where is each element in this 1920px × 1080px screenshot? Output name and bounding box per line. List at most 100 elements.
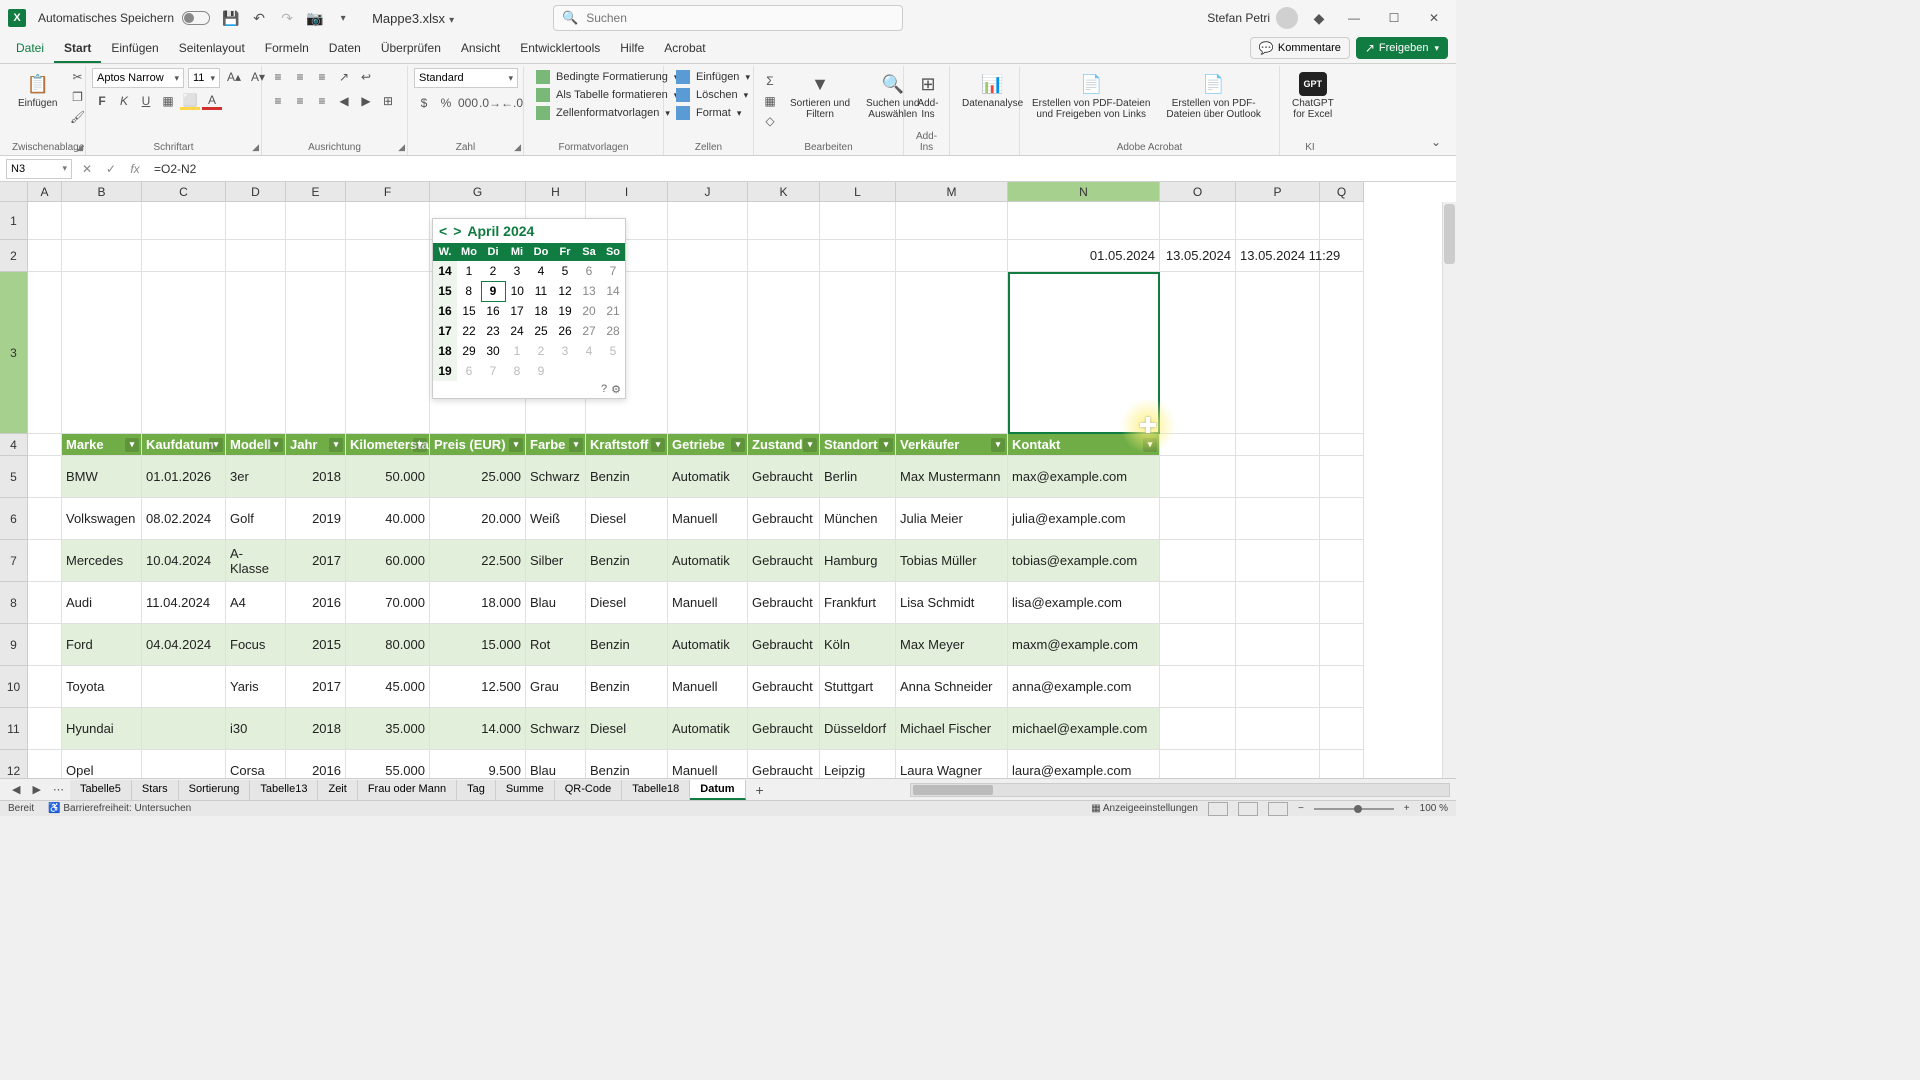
dialog-launcher-icon[interactable]: ◢ bbox=[514, 142, 521, 153]
sheet-tab[interactable]: QR-Code bbox=[555, 780, 622, 800]
bold-icon[interactable]: F bbox=[92, 92, 112, 110]
autosum-icon[interactable]: Σ bbox=[760, 72, 780, 90]
search-box[interactable]: 🔍 bbox=[553, 5, 903, 31]
dialog-launcher-icon[interactable]: ◢ bbox=[76, 142, 83, 153]
cell[interactable] bbox=[820, 240, 896, 272]
row-header[interactable]: 2 bbox=[0, 240, 28, 272]
format-painter-icon[interactable]: 🖌 bbox=[67, 108, 87, 126]
align-left-icon[interactable]: ≡ bbox=[268, 92, 288, 110]
cell[interactable]: Automatik bbox=[668, 708, 748, 750]
filter-icon[interactable]: ▾ bbox=[651, 438, 665, 452]
calendar-day[interactable]: 16 bbox=[433, 301, 457, 321]
cell[interactable]: Silber bbox=[526, 540, 586, 582]
cell[interactable] bbox=[748, 272, 820, 434]
cell[interactable]: Kontakt▾ bbox=[1008, 434, 1160, 456]
cell[interactable]: Julia Meier bbox=[896, 498, 1008, 540]
row-header[interactable]: 11 bbox=[0, 708, 28, 750]
cell[interactable]: Diesel bbox=[586, 498, 668, 540]
cell[interactable] bbox=[142, 240, 226, 272]
cell[interactable]: 50.000 bbox=[346, 456, 430, 498]
col-header[interactable]: D bbox=[226, 182, 286, 202]
cell[interactable]: Gebraucht bbox=[748, 456, 820, 498]
filter-icon[interactable]: ▾ bbox=[731, 438, 745, 452]
col-header[interactable]: G bbox=[430, 182, 526, 202]
comma-icon[interactable]: 000 bbox=[458, 94, 478, 112]
sheet-tab[interactable]: Tabelle18 bbox=[622, 780, 690, 800]
tab-daten[interactable]: Daten bbox=[319, 35, 371, 63]
cell[interactable]: Kraftstoff▾ bbox=[586, 434, 668, 456]
calendar-day[interactable]: 19 bbox=[553, 301, 577, 321]
cell[interactable]: Getriebe▾ bbox=[668, 434, 748, 456]
cell[interactable] bbox=[62, 272, 142, 434]
diamond-icon[interactable]: ◆ bbox=[1310, 9, 1328, 27]
calendar-day[interactable]: 18 bbox=[529, 301, 553, 321]
calendar-day[interactable] bbox=[577, 361, 601, 381]
cell[interactable]: 22.500 bbox=[430, 540, 526, 582]
font-size-select[interactable]: 11▾ bbox=[188, 68, 220, 88]
calendar-day[interactable]: 5 bbox=[601, 341, 625, 361]
cell[interactable] bbox=[28, 582, 62, 624]
cell[interactable]: Schwarz bbox=[526, 708, 586, 750]
cell[interactable]: Max Meyer bbox=[896, 624, 1008, 666]
cell[interactable] bbox=[668, 240, 748, 272]
qat-more-icon[interactable]: ▾ bbox=[334, 9, 352, 27]
tab-datei[interactable]: Datei bbox=[6, 35, 54, 63]
zoom-slider[interactable] bbox=[1314, 808, 1394, 810]
user-name[interactable]: Stefan Petri bbox=[1207, 7, 1298, 29]
cell[interactable]: Schwarz bbox=[526, 456, 586, 498]
normal-view-icon[interactable] bbox=[1208, 802, 1228, 816]
cell[interactable] bbox=[28, 708, 62, 750]
calendar-day[interactable] bbox=[553, 361, 577, 381]
next-month-icon[interactable]: > bbox=[453, 223, 461, 239]
cell[interactable] bbox=[226, 240, 286, 272]
cell[interactable] bbox=[1160, 456, 1236, 498]
tab-start[interactable]: Start bbox=[54, 35, 101, 63]
cell[interactable] bbox=[748, 202, 820, 240]
cell[interactable]: maxm@example.com bbox=[1008, 624, 1160, 666]
row-header[interactable]: 4 bbox=[0, 434, 28, 456]
cell[interactable] bbox=[1236, 708, 1320, 750]
col-header[interactable]: P bbox=[1236, 182, 1320, 202]
cell[interactable] bbox=[1160, 202, 1236, 240]
cell[interactable]: Frankfurt bbox=[820, 582, 896, 624]
col-header[interactable]: K bbox=[748, 182, 820, 202]
cell[interactable] bbox=[1160, 540, 1236, 582]
filter-icon[interactable]: ▾ bbox=[991, 438, 1005, 452]
cell[interactable] bbox=[28, 666, 62, 708]
undo-icon[interactable]: ↶ bbox=[250, 9, 268, 27]
calendar-day[interactable]: 17 bbox=[505, 301, 529, 321]
cell[interactable]: Grau bbox=[526, 666, 586, 708]
tab-entwicklertools[interactable]: Entwicklertools bbox=[510, 35, 610, 63]
cell[interactable] bbox=[896, 202, 1008, 240]
data-analysis-button[interactable]: 📊Datenanalyse bbox=[956, 68, 1029, 113]
cell[interactable] bbox=[1320, 202, 1364, 240]
cell[interactable]: Manuell bbox=[668, 582, 748, 624]
cell[interactable]: Jahr▾ bbox=[286, 434, 346, 456]
calendar-day[interactable]: 18 bbox=[433, 341, 457, 361]
col-header[interactable]: E bbox=[286, 182, 346, 202]
calendar-day[interactable]: 14 bbox=[433, 261, 457, 281]
cell[interactable]: 2017 bbox=[286, 666, 346, 708]
cell[interactable]: 08.02.2024 bbox=[142, 498, 226, 540]
cell[interactable]: Kaufdatum▾ bbox=[142, 434, 226, 456]
calendar-day[interactable]: 23 bbox=[481, 321, 505, 341]
cell[interactable]: anna@example.com bbox=[1008, 666, 1160, 708]
cell[interactable]: Hyundai bbox=[62, 708, 142, 750]
cell[interactable] bbox=[1236, 582, 1320, 624]
sheet-tab[interactable]: Stars bbox=[132, 780, 179, 800]
cell[interactable]: Automatik bbox=[668, 540, 748, 582]
calendar-day[interactable]: 17 bbox=[433, 321, 457, 341]
row-header[interactable]: 6 bbox=[0, 498, 28, 540]
align-top-icon[interactable]: ≡ bbox=[268, 68, 288, 86]
calendar-help-icon[interactable]: ? bbox=[601, 383, 607, 396]
search-input[interactable] bbox=[586, 11, 894, 25]
col-header[interactable]: N bbox=[1008, 182, 1160, 202]
cell[interactable] bbox=[286, 272, 346, 434]
cell[interactable] bbox=[346, 202, 430, 240]
sort-filter-button[interactable]: ▼Sortieren und Filtern bbox=[784, 68, 856, 124]
col-header[interactable]: J bbox=[668, 182, 748, 202]
cell[interactable] bbox=[226, 202, 286, 240]
comments-button[interactable]: 💬Kommentare bbox=[1250, 37, 1350, 59]
tab-überprüfen[interactable]: Überprüfen bbox=[371, 35, 451, 63]
col-header[interactable]: I bbox=[586, 182, 668, 202]
